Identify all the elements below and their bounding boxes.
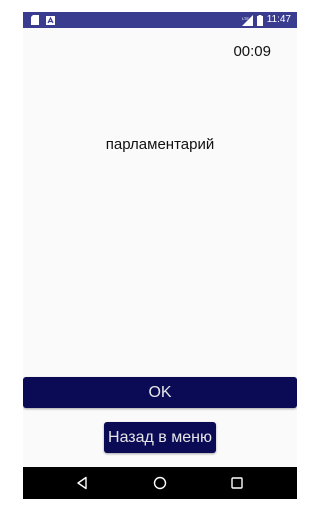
- battery-icon: [256, 14, 263, 26]
- status-right-icons: LTE 11:47: [241, 14, 291, 26]
- status-left-icons: [31, 15, 55, 25]
- countdown-timer: 00:09: [233, 43, 271, 60]
- sd-card-icon: [31, 15, 39, 25]
- back-to-menu-button[interactable]: Назад в меню: [104, 422, 216, 453]
- recents-icon[interactable]: [229, 475, 245, 491]
- ok-button[interactable]: OK: [23, 377, 297, 408]
- signal-icon: LTE: [241, 14, 253, 26]
- navigation-bar: [23, 467, 297, 499]
- notification-icon: [46, 15, 55, 25]
- network-type-label: LTE: [242, 16, 249, 21]
- status-time: 11:47: [266, 14, 291, 25]
- back-icon[interactable]: [75, 475, 91, 491]
- word-to-explain: парламентарий: [105, 136, 215, 153]
- status-bar: LTE 11:47: [23, 12, 297, 28]
- home-icon[interactable]: [152, 475, 168, 491]
- phone-screen: LTE 11:47 00:09 парламентарий OK Назад в…: [23, 12, 297, 499]
